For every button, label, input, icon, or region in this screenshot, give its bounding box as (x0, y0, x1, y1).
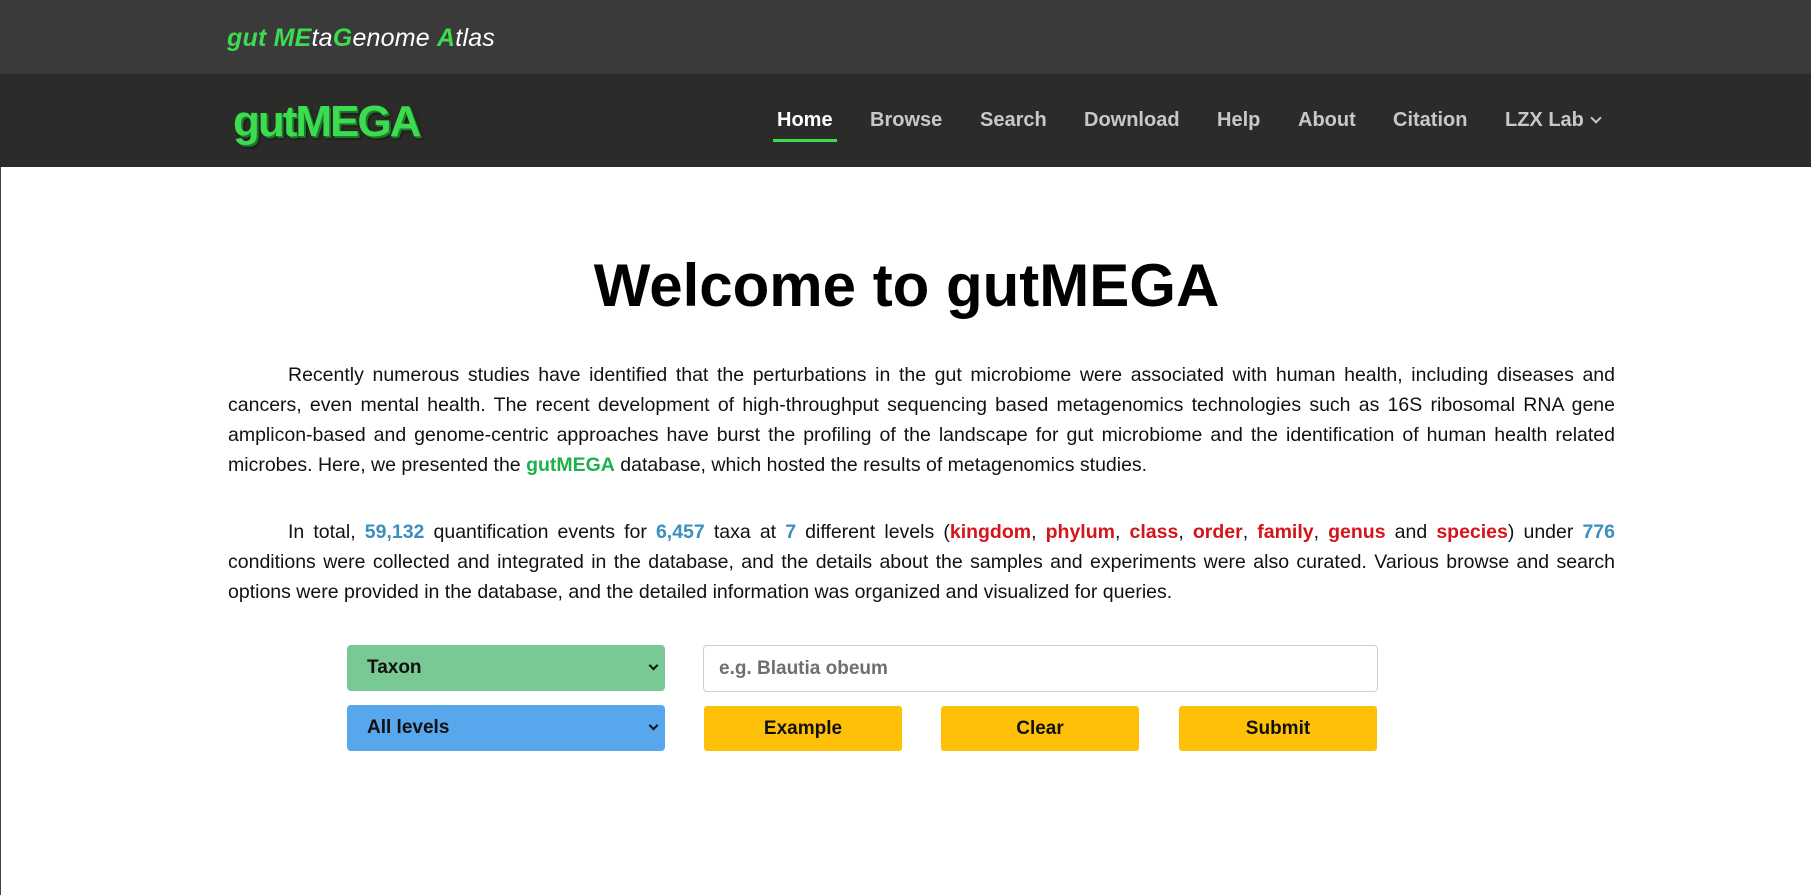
nav-citation[interactable]: Citation (1393, 109, 1467, 132)
separator: , (1031, 521, 1046, 543)
search-type-value: Taxon (367, 657, 422, 678)
stats-text: conditions were collected and integrated… (228, 551, 1615, 603)
stat-levels: 7 (785, 521, 797, 543)
separator: , (1313, 521, 1329, 543)
page-title: Welcome to gutMEGA (593, 252, 1220, 319)
stats-text: ) under (1507, 521, 1583, 543)
level-phylum: phylum (1045, 521, 1115, 543)
separator: , (1114, 521, 1130, 543)
stat-taxa: 6,457 (655, 521, 705, 543)
stats-paragraph: In total, 59,132 quantification events f… (228, 517, 1615, 607)
tagline-part: ME (273, 24, 312, 52)
main-content: Welcome to gutMEGA Recently numerous stu… (0, 167, 1811, 895)
taxon-level-select[interactable]: All levels (347, 705, 665, 751)
chevron-down-icon (648, 660, 659, 671)
taxon-level-value: All levels (367, 717, 450, 738)
site-logo[interactable]: gutMEGA (233, 97, 421, 147)
nav-lzx-lab-label: LZX Lab (1505, 109, 1584, 131)
tagline-part: gut (227, 24, 274, 52)
active-tab-indicator (773, 139, 837, 142)
chevron-down-icon (1590, 112, 1602, 124)
search-input[interactable]: e.g. Blautia obeum (703, 645, 1378, 692)
separator: , (1178, 521, 1193, 543)
site-tagline: gut MEtaGenome Atlas (227, 24, 495, 53)
stats-text: In total, (288, 521, 365, 543)
nav-search[interactable]: Search (980, 109, 1047, 132)
level-kingdom: kingdom (949, 521, 1032, 543)
separator: and (1385, 521, 1437, 543)
tagline-part: ta (311, 24, 333, 52)
nav-help[interactable]: Help (1217, 109, 1260, 132)
tagline-part: A (437, 24, 456, 52)
submit-button[interactable]: Submit (1179, 706, 1377, 751)
stat-conditions: 776 (1582, 521, 1615, 543)
tagline-part: tlas (455, 24, 496, 52)
clear-button[interactable]: Clear (941, 706, 1139, 751)
stats-text: taxa at (704, 521, 786, 543)
nav-home[interactable]: Home (777, 109, 833, 132)
level-genus: genus (1328, 521, 1386, 543)
nav-browse[interactable]: Browse (870, 109, 942, 132)
nav-lzx-lab-dropdown[interactable]: LZX Lab (1505, 109, 1602, 132)
nav-download[interactable]: Download (1084, 109, 1180, 132)
nav-about[interactable]: About (1298, 109, 1356, 132)
stats-text: quantification events for (424, 521, 656, 543)
chevron-down-icon (648, 720, 659, 731)
level-species: species (1436, 521, 1508, 543)
main-navbar: gutMEGA Home Browse Search Download Help… (0, 75, 1811, 167)
intro-paragraph: Recently numerous studies have identifie… (228, 360, 1615, 480)
separator: , (1242, 521, 1258, 543)
level-class: class (1129, 521, 1179, 543)
level-family: family (1257, 521, 1314, 543)
tagline-part: G (332, 24, 353, 52)
example-button[interactable]: Example (704, 706, 902, 751)
intro-highlight: gutMEGA (526, 454, 615, 476)
stats-text: different levels ( (796, 521, 950, 543)
search-type-select[interactable]: Taxon (347, 645, 665, 691)
tagline-part: enome (352, 24, 438, 52)
level-order: order (1192, 521, 1243, 543)
intro-text: database, which hosted the results of me… (614, 454, 1148, 476)
stat-events: 59,132 (364, 521, 425, 543)
top-banner: gut MEtaGenome Atlas (0, 0, 1811, 75)
